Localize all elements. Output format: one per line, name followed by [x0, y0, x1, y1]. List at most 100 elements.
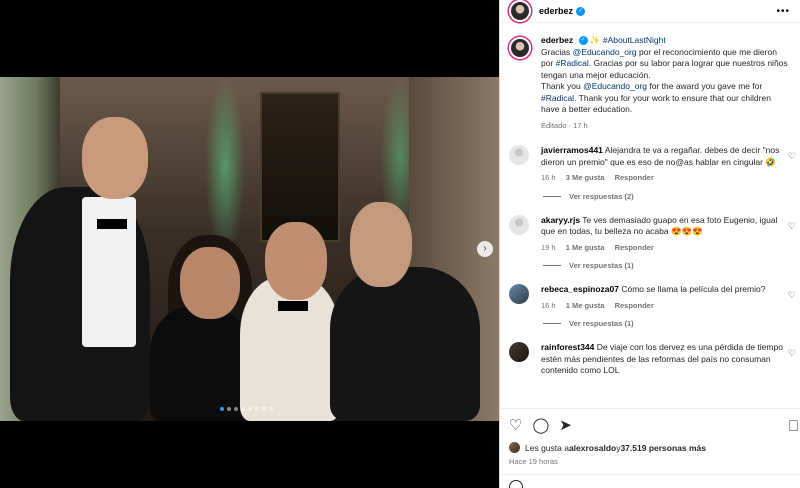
- comment-likes[interactable]: 1 Me gusta: [566, 301, 605, 310]
- commenter-username[interactable]: rainforest344: [541, 342, 594, 352]
- person-4-suit: [330, 267, 480, 421]
- carousel-dot: [269, 407, 273, 411]
- replies-divider: [543, 323, 561, 324]
- commenter-avatar[interactable]: [509, 284, 529, 304]
- carousel-dot: [227, 407, 231, 411]
- view-replies-label: Ver respuestas (1): [569, 261, 634, 270]
- post-media: ›: [0, 0, 499, 488]
- reply-button[interactable]: Responder: [615, 243, 654, 252]
- hashtag-radical-es[interactable]: #Radical: [556, 58, 589, 68]
- comment-like-icon[interactable]: ♡: [788, 151, 796, 162]
- caption-en-part2: for the award you gave me for: [647, 81, 763, 91]
- comment-like-icon[interactable]: ♡: [788, 348, 796, 359]
- liker-username[interactable]: alexrosaldo: [569, 443, 616, 453]
- caption-text: ederbez ✓ ✨ #AboutLastNight Gracias @Edu…: [541, 35, 791, 131]
- comment-meta: 16 h 3 Me gusta Responder: [541, 172, 791, 184]
- caption-en-part1: Thank you: [541, 81, 584, 91]
- post-header: ederbez ✓ •••: [500, 0, 800, 23]
- hashtag-radical-en[interactable]: #Radical: [541, 93, 574, 103]
- person-2-dress: [150, 307, 250, 421]
- reply-button[interactable]: Responder: [615, 173, 654, 182]
- commenter-username[interactable]: javierramos441: [541, 145, 603, 155]
- carousel-indicator: [220, 407, 273, 411]
- comment-body: javierramos441 Alejandra te va a regañar…: [541, 145, 791, 184]
- author-username[interactable]: ederbez: [539, 6, 573, 16]
- comment-body: rainforest344 De viaje con los dervez es…: [541, 342, 791, 377]
- carousel-dot: [241, 407, 245, 411]
- comment-item: akaryy.rjs Te ves demasiado guapo en esa…: [500, 214, 800, 254]
- commenter-username[interactable]: akaryy.rjs: [541, 215, 580, 225]
- comment-meta: 16 h 1 Me gusta Responder: [541, 300, 791, 312]
- emoji-picker-icon[interactable]: [509, 480, 523, 488]
- save-bookmark-icon[interactable]: ⎕: [789, 418, 798, 435]
- add-comment-bar: [500, 474, 800, 488]
- comment-likes[interactable]: 1 Me gusta: [566, 243, 605, 252]
- mention-educando-es[interactable]: @Educando_org: [573, 47, 637, 57]
- likes-summary: Les gusta a alexrosaldo y 37.519 persona…: [509, 442, 706, 453]
- caption-verified-icon: ✓: [578, 36, 588, 46]
- commenter-avatar[interactable]: [509, 145, 529, 165]
- caption-meta: Editado · 17 h: [541, 120, 588, 130]
- commenter-avatar[interactable]: [509, 214, 529, 235]
- verified-badge-icon: ✓: [576, 6, 586, 16]
- author-avatar[interactable]: [509, 0, 531, 22]
- person-1-bowtie: [97, 219, 127, 229]
- carousel-dot: [220, 407, 224, 411]
- view-replies-button[interactable]: Ver respuestas (2): [543, 192, 800, 201]
- hashtag-aboutlastnight[interactable]: #AboutLastNight: [603, 35, 666, 45]
- like-heart-icon[interactable]: ♡: [509, 418, 522, 433]
- comment-item: javierramos441 Alejandra te va a regañar…: [500, 145, 800, 184]
- reply-button[interactable]: Responder: [615, 301, 654, 310]
- carousel-dot: [248, 407, 252, 411]
- carousel-next-button[interactable]: ›: [477, 241, 493, 257]
- post-timestamp: Hace 19 horas: [509, 457, 558, 466]
- comment-like-icon[interactable]: ♡: [788, 221, 796, 232]
- comment-text: Cómo se llama la película del premio?: [621, 284, 766, 294]
- commenter-username[interactable]: rebeca_espinoza07: [541, 284, 619, 294]
- person-1-head: [82, 117, 148, 199]
- post-sidebar: ederbez ✓ ••• ederbez ✓ ✨ #AboutLastNigh…: [499, 0, 800, 488]
- person-3-bowtie: [278, 301, 308, 311]
- view-replies-button[interactable]: Ver respuestas (1): [543, 261, 800, 270]
- comment-item: rebeca_espinoza07 Cómo se llama la pelíc…: [500, 284, 800, 311]
- caption-en-part3: . Thank you for your work to ensure that…: [541, 92, 771, 115]
- person-4-head: [350, 202, 412, 287]
- view-replies-label: Ver respuestas (1): [569, 319, 634, 328]
- person-2-head: [180, 247, 240, 319]
- likes-prefix: Les gusta a: [525, 442, 569, 453]
- comment-item: rainforest344 De viaje con los dervez es…: [500, 342, 800, 377]
- caption-username[interactable]: ederbez: [541, 35, 573, 45]
- post-caption: ederbez ✓ ✨ #AboutLastNight Gracias @Edu…: [500, 35, 800, 131]
- mention-educando-en[interactable]: @Educando_org: [583, 81, 647, 91]
- commenter-avatar[interactable]: [509, 342, 529, 362]
- caption-author-avatar[interactable]: [509, 37, 531, 59]
- more-options-icon[interactable]: •••: [776, 6, 790, 17]
- comment-body: rebeca_espinoza07 Cómo se llama la pelíc…: [541, 284, 791, 311]
- caption-es-part1: Gracias: [541, 46, 573, 57]
- replies-divider: [543, 195, 561, 197]
- comment-time[interactable]: 16 h: [541, 173, 556, 182]
- carousel-dot: [234, 407, 238, 411]
- photo-background-door: [260, 92, 340, 242]
- comment-like-icon[interactable]: ♡: [788, 290, 796, 301]
- carousel-dot: [255, 407, 259, 411]
- person-3-head: [265, 222, 327, 300]
- comment-meta: 19 h 1 Me gusta Responder: [541, 242, 791, 254]
- view-replies-label: Ver respuestas (2): [569, 191, 634, 201]
- comment-time[interactable]: 19 h: [541, 243, 556, 252]
- comment-time[interactable]: 16 h: [541, 301, 556, 310]
- replies-divider: [543, 265, 561, 266]
- view-replies-button[interactable]: Ver respuestas (1): [543, 319, 800, 328]
- liker-avatar[interactable]: [509, 442, 520, 453]
- carousel-dot: [262, 407, 266, 411]
- comments-scroll[interactable]: ederbez ✓ ✨ #AboutLastNight Gracias @Edu…: [500, 35, 800, 407]
- comment-body: akaryy.rjs Te ves demasiado guapo en esa…: [541, 215, 791, 254]
- sparkle-emoji: ✨: [589, 35, 601, 45]
- post-actions-bar: ♡ ◯ ➤ ⎕: [500, 408, 800, 442]
- comment-bubble-icon[interactable]: ◯: [532, 418, 549, 433]
- share-send-icon[interactable]: ➤: [559, 418, 572, 433]
- comment-likes[interactable]: 3 Me gusta: [566, 173, 605, 182]
- photo-green-light: [205, 77, 245, 257]
- post-photo[interactable]: [0, 77, 499, 421]
- likes-count[interactable]: 37.519 personas más: [620, 443, 706, 453]
